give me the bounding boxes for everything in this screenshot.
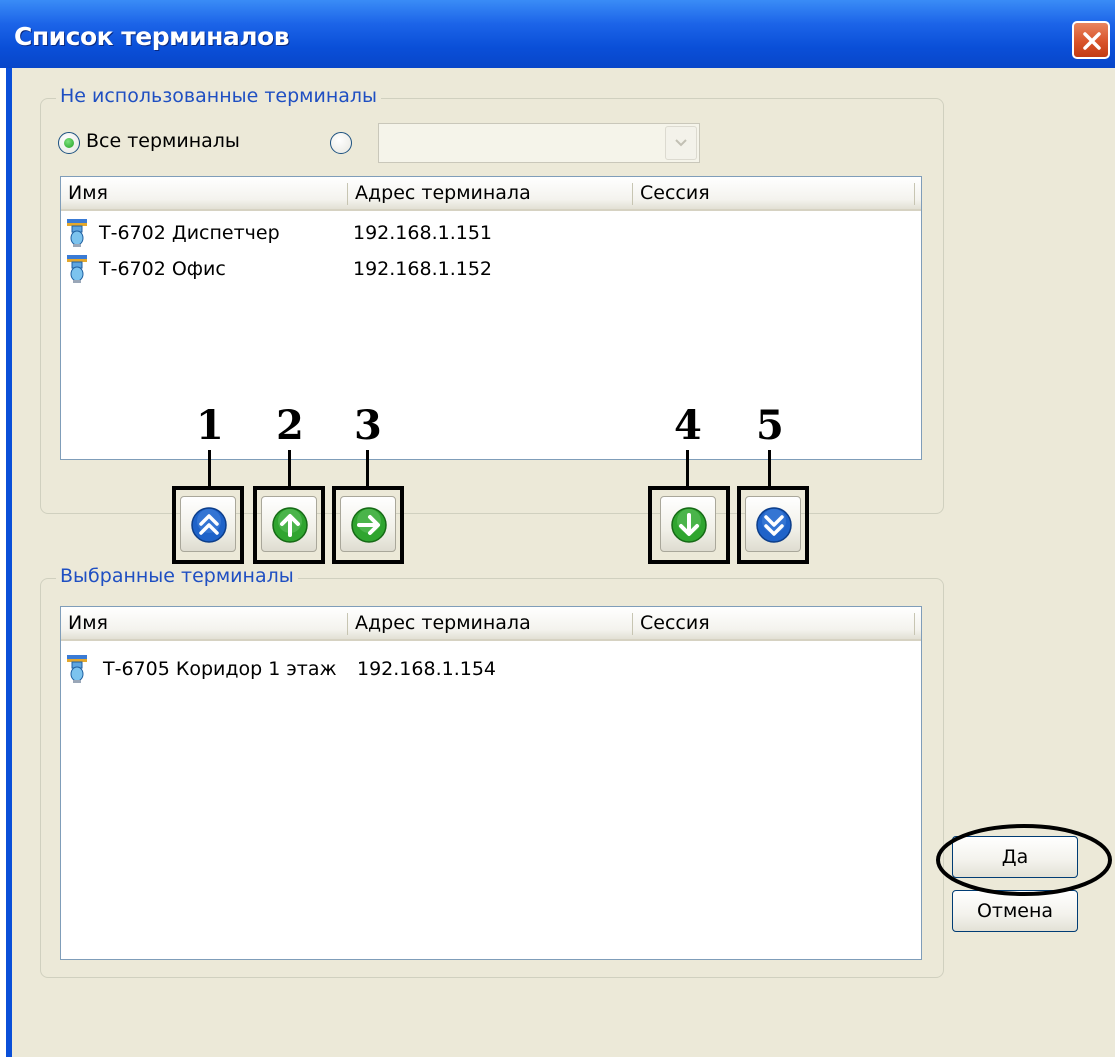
column-header-address[interactable]: Адрес терминала — [348, 177, 632, 209]
unused-terminals-legend: Не использованные терминалы — [56, 85, 382, 107]
column-header-address[interactable]: Адрес терминала — [348, 607, 632, 639]
terminal-name: Т-6705 Коридор 1 этаж — [103, 658, 337, 680]
list-item[interactable]: Т-6705 Коридор 1 этаж 192.168.1.154 — [61, 651, 921, 687]
selected-terminals-legend: Выбранные терминалы — [56, 565, 298, 587]
all-terminals-radio[interactable] — [58, 132, 80, 154]
callout-line-5 — [768, 450, 771, 488]
callout-number-3: 3 — [354, 402, 382, 449]
callout-line-2 — [288, 450, 291, 488]
terminal-filter-combobox[interactable] — [378, 123, 700, 163]
terminal-list-dialog: Список терминалов Не использованные терм… — [0, 0, 1115, 1057]
ok-button-highlight-ellipse — [936, 824, 1112, 896]
unused-list-header: Имя Адрес терминала Сессия — [61, 177, 921, 211]
column-header-name[interactable]: Имя — [61, 177, 347, 209]
move-up-icon — [272, 507, 308, 543]
list-item[interactable]: Т-6702 Офис 192.168.1.152 — [61, 251, 921, 287]
unused-terminals-list[interactable]: Имя Адрес терминала Сессия Т-6702 Диспет… — [60, 176, 922, 460]
terminal-name: Т-6702 Офис — [99, 258, 226, 280]
move-down-button[interactable] — [660, 496, 716, 552]
column-header-session[interactable]: Сессия — [633, 607, 917, 639]
terminal-address: 192.168.1.151 — [353, 222, 493, 244]
move-all-up-icon — [191, 507, 227, 543]
move-up-button[interactable] — [261, 496, 317, 552]
list-item[interactable]: Т-6702 Диспетчер 192.168.1.151 — [61, 215, 921, 251]
callout-line-3 — [366, 450, 369, 488]
combobox-dropdown-button[interactable] — [665, 126, 697, 160]
move-right-icon — [351, 507, 387, 543]
column-separator[interactable] — [914, 613, 915, 635]
callout-line-4 — [686, 450, 689, 488]
move-down-icon — [671, 507, 707, 543]
selected-terminals-list[interactable]: Имя Адрес терминала Сессия Т-6705 Коридо… — [60, 606, 922, 960]
terminal-icon — [67, 655, 87, 683]
callout-number-2: 2 — [276, 402, 304, 449]
column-header-name[interactable]: Имя — [61, 607, 347, 639]
move-all-down-icon — [756, 507, 792, 543]
terminal-icon — [67, 255, 87, 283]
terminal-address: 192.168.1.154 — [357, 658, 497, 680]
terminal-address: 192.168.1.152 — [353, 258, 493, 280]
dialog-client-area: Не использованные терминалы Все терминал… — [6, 68, 1115, 1057]
close-icon — [1083, 32, 1101, 50]
callout-line-1 — [208, 450, 211, 488]
callout-number-4: 4 — [674, 402, 702, 449]
radio-selected-dot — [64, 138, 74, 148]
all-terminals-label: Все терминалы — [86, 130, 240, 152]
callout-number-1: 1 — [196, 402, 224, 449]
title-bar[interactable]: Список терминалов — [0, 0, 1115, 68]
terminal-name: Т-6702 Диспетчер — [99, 222, 280, 244]
close-button[interactable] — [1072, 21, 1110, 59]
move-all-down-button[interactable] — [745, 496, 801, 552]
selected-list-header: Имя Адрес терминала Сессия — [61, 607, 921, 641]
callout-number-5: 5 — [756, 402, 784, 449]
move-all-up-button[interactable] — [180, 496, 236, 552]
filter-radio[interactable] — [330, 132, 352, 154]
terminal-icon — [67, 219, 87, 247]
window-title: Список терминалов — [14, 22, 290, 51]
chevron-down-icon — [675, 139, 687, 147]
column-separator[interactable] — [914, 183, 915, 205]
move-right-button[interactable] — [340, 496, 396, 552]
column-header-session[interactable]: Сессия — [633, 177, 917, 209]
